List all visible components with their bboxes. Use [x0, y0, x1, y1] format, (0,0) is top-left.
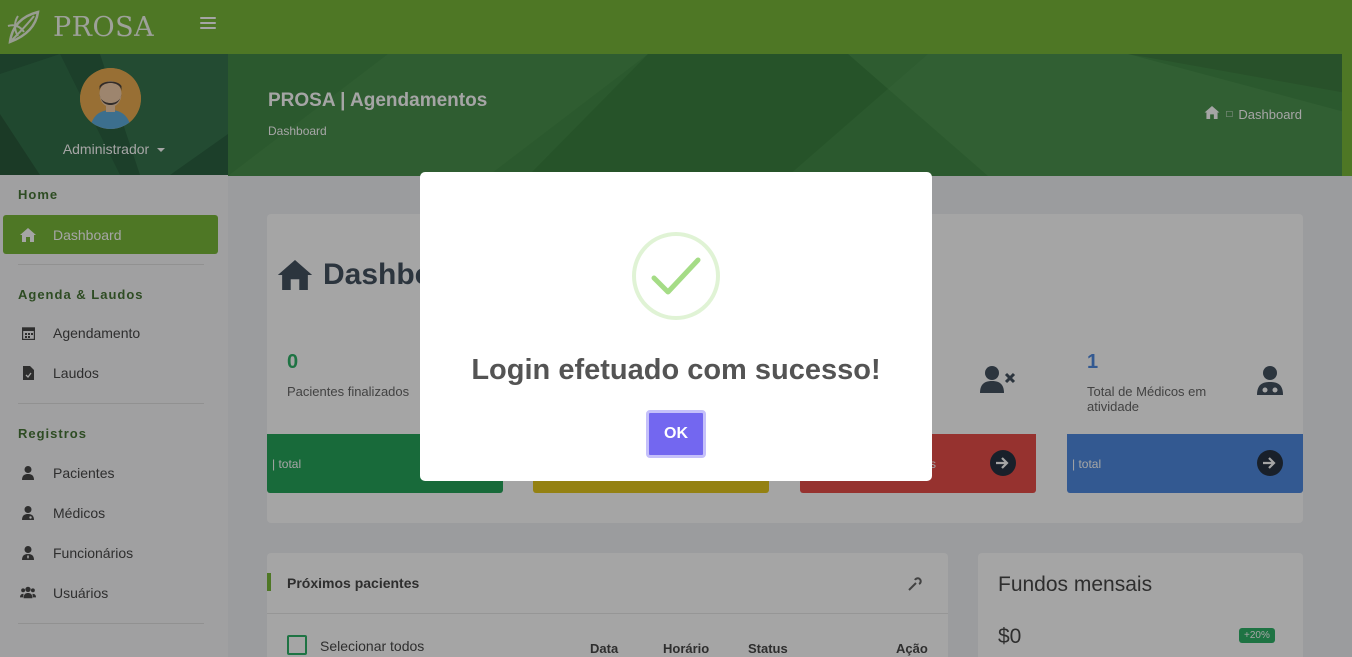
- success-check-icon: [632, 232, 720, 320]
- success-modal: Login efetuado com sucesso! OK: [420, 172, 932, 481]
- modal-message: Login efetuado com sucesso!: [471, 354, 881, 386]
- ok-button[interactable]: OK: [646, 410, 706, 458]
